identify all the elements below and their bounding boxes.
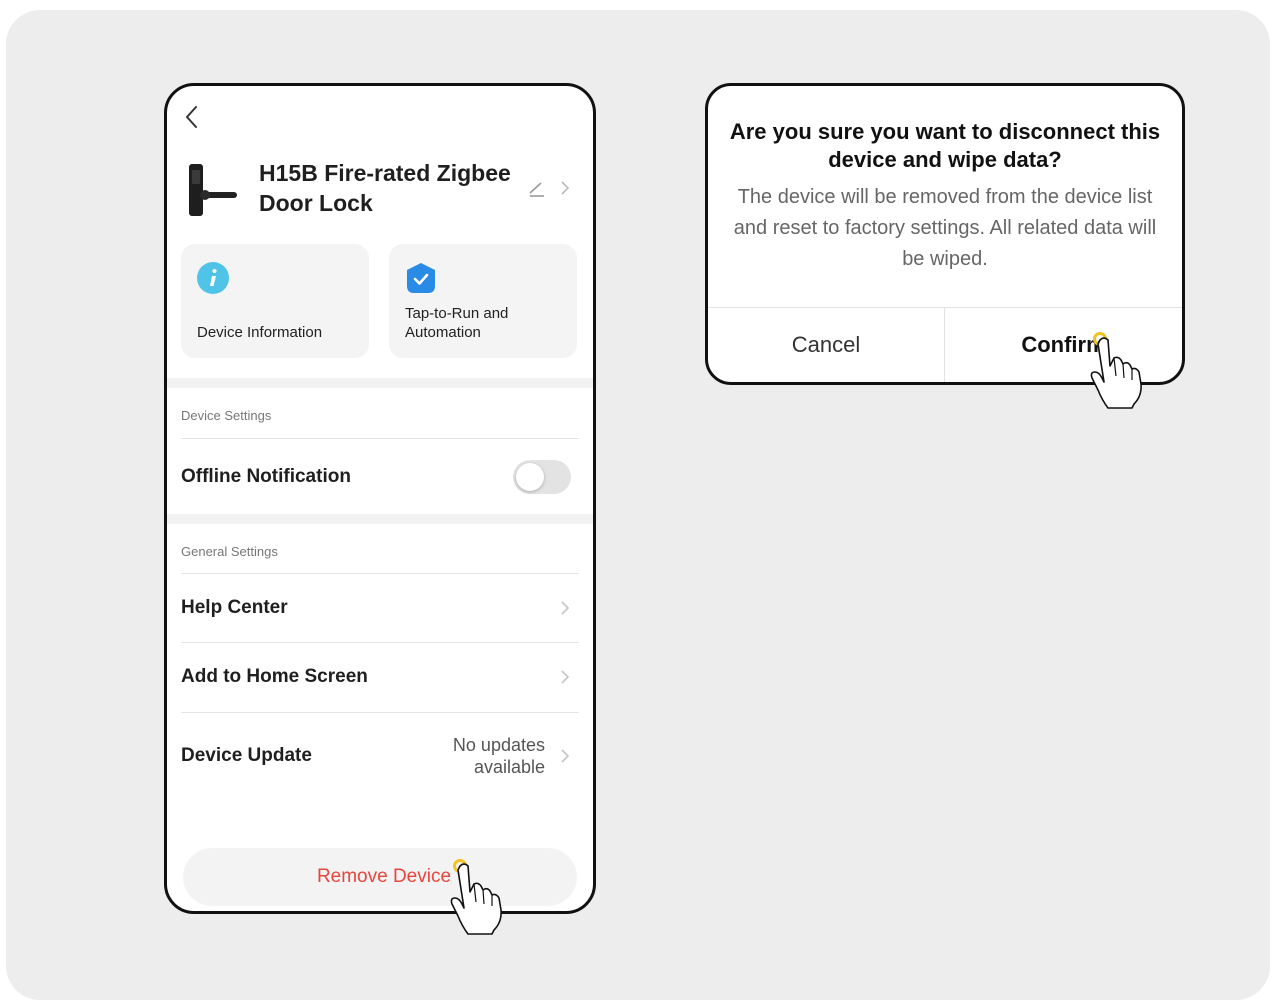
device-title: H15B Fire-rated Zigbee Door Lock: [259, 160, 511, 216]
divider: [181, 573, 579, 574]
chevron-right-icon[interactable]: [559, 667, 571, 687]
device-information-label: Device Information: [197, 324, 323, 341]
toggle-knob: [516, 463, 544, 491]
door-lock-image: [189, 164, 237, 216]
offline-notification-label: Offline Notification: [181, 466, 351, 487]
back-arrow-icon[interactable]: [181, 102, 203, 132]
section-separator: [167, 514, 593, 524]
divider: [181, 438, 579, 439]
hand-pointer-icon: [450, 863, 502, 935]
tap-to-run-card[interactable]: Tap-to-Run and Automation: [389, 244, 577, 358]
device-settings-screen: H15B Fire-rated Zigbee Door Lock Device …: [164, 83, 596, 914]
device-update-row[interactable]: Device Update: [181, 745, 312, 767]
hand-pointer-icon: [1090, 337, 1142, 409]
section-separator: [167, 378, 593, 388]
general-settings-header: General Settings: [181, 544, 278, 559]
device-settings-header: Device Settings: [181, 408, 272, 423]
divider: [181, 712, 579, 713]
edit-pencil-icon[interactable]: [527, 178, 547, 198]
check-shield-icon: [407, 263, 435, 293]
dialog-title: Are you sure you want to disconnect this…: [729, 119, 1161, 172]
chevron-right-icon[interactable]: [559, 746, 571, 766]
dialog-message: The device will be removed from the devi…: [733, 186, 1157, 270]
chevron-right-icon[interactable]: [559, 598, 571, 618]
help-center-row[interactable]: Help Center: [181, 597, 288, 619]
tutorial-canvas: H15B Fire-rated Zigbee Door Lock Device …: [6, 10, 1270, 1000]
confirm-button[interactable]: Confirm: [945, 308, 1182, 382]
update-status-text: No updates available: [452, 735, 545, 777]
add-to-home-screen-row[interactable]: Add to Home Screen: [181, 666, 368, 688]
cancel-button[interactable]: Cancel: [708, 308, 944, 382]
remove-device-label: Remove Device: [316, 866, 452, 887]
info-icon: [197, 262, 229, 294]
tap-to-run-label: Tap-to-Run and Automation: [405, 305, 509, 341]
chevron-right-icon[interactable]: [559, 178, 571, 198]
device-information-card[interactable]: Device Information: [181, 244, 369, 358]
offline-notification-toggle[interactable]: [513, 460, 571, 494]
remove-device-button[interactable]: Remove Device: [183, 848, 577, 906]
divider: [181, 642, 579, 643]
